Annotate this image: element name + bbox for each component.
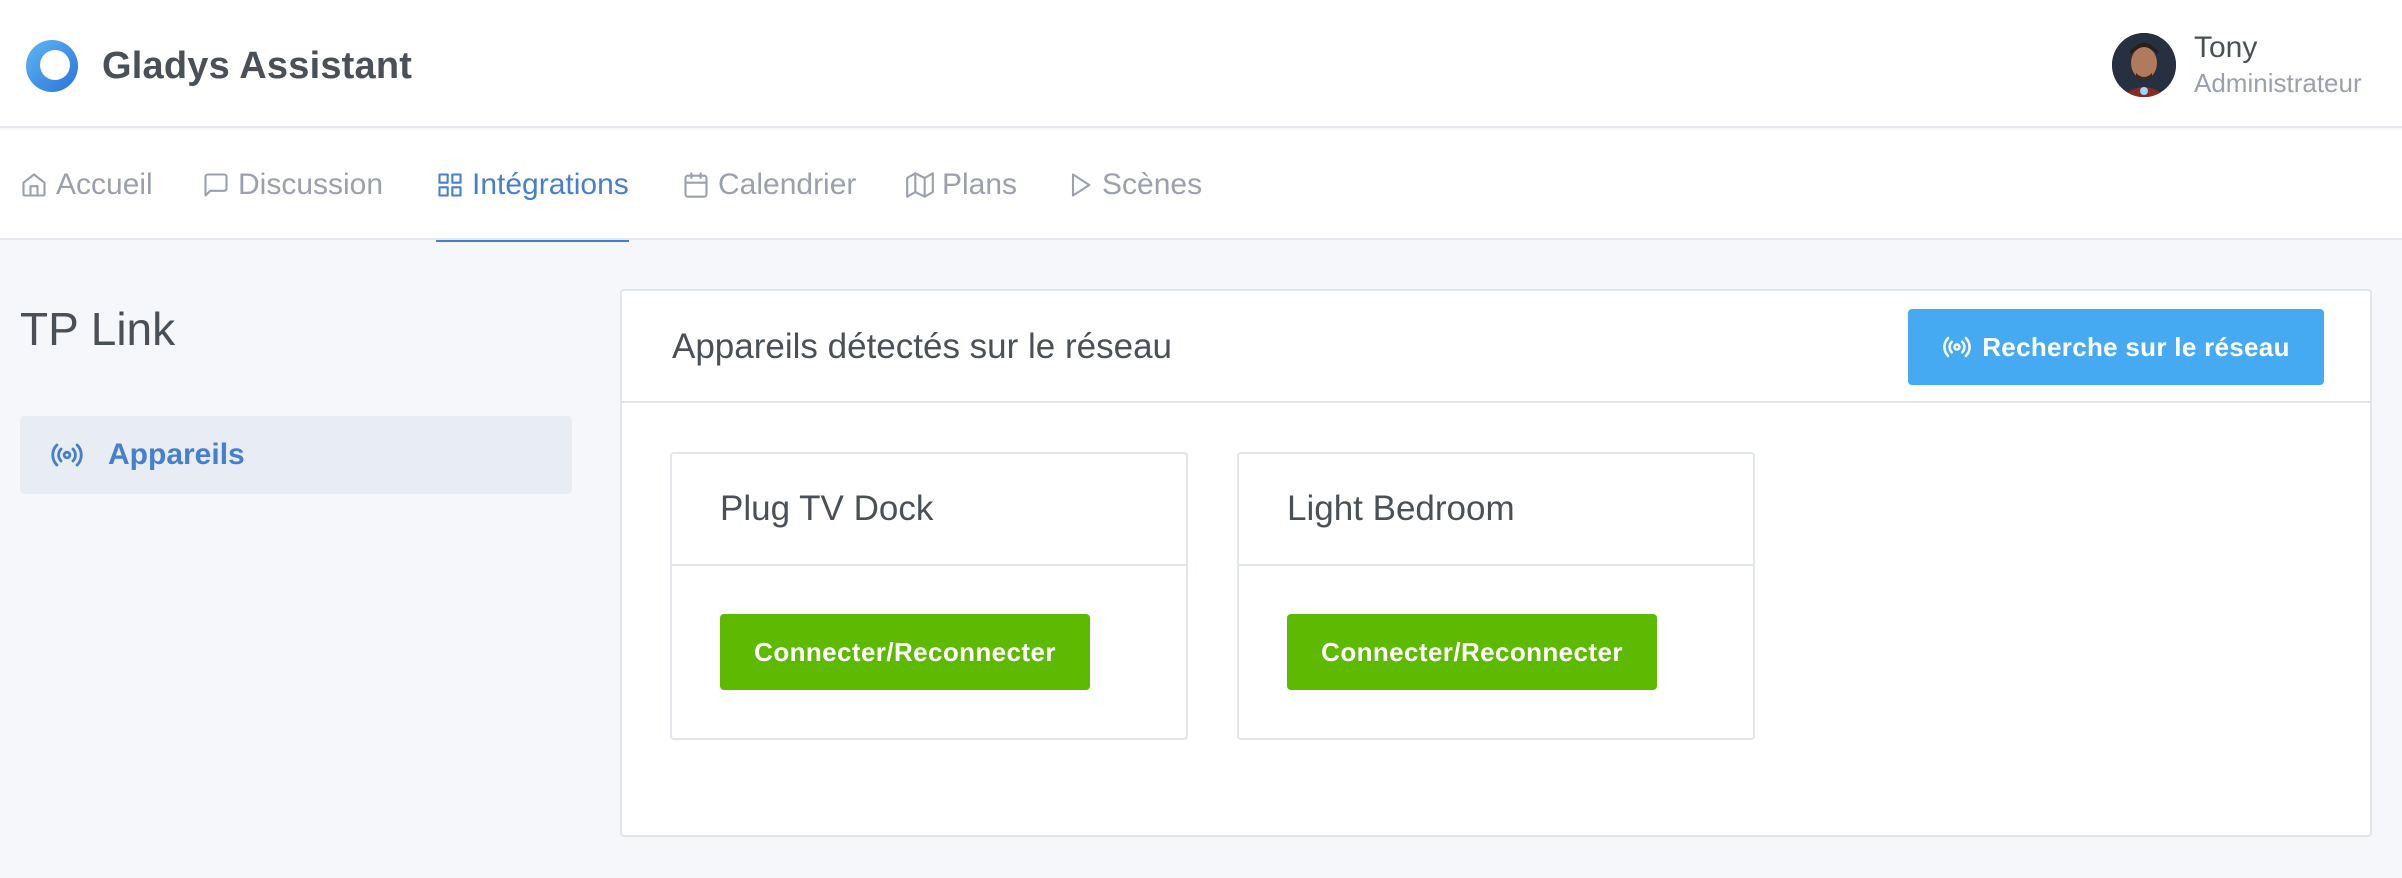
user-name: Tony xyxy=(2194,31,2258,64)
nav-item-calendrier[interactable]: Calendrier xyxy=(682,130,856,240)
user-role: Administrateur xyxy=(2194,68,2362,98)
nav-label: Scènes xyxy=(1102,168,1203,201)
radio-icon xyxy=(1943,336,1971,358)
app-header: Gladys Assistant Tony Administrateur xyxy=(0,0,2402,128)
avatar-image xyxy=(2112,33,2176,97)
sidebar-item-appareils[interactable]: Appareils xyxy=(20,416,572,494)
message-square-icon xyxy=(204,173,228,197)
device-name: Plug TV Dock xyxy=(672,454,1186,566)
avatar[interactable] xyxy=(2112,33,2176,97)
brand-link[interactable]: Gladys Assistant xyxy=(24,38,412,94)
nav-label: Intégrations xyxy=(472,168,629,201)
nav-item-discussion[interactable]: Discussion xyxy=(202,130,383,240)
home-icon xyxy=(22,173,46,197)
nav-label: Calendrier xyxy=(718,168,857,201)
nav-label: Plans xyxy=(942,168,1018,201)
nav-item-scenes[interactable]: Scènes xyxy=(1066,130,1202,240)
nav-item-accueil[interactable]: Accueil xyxy=(20,130,153,240)
nav-label: Accueil xyxy=(56,168,153,201)
play-icon xyxy=(1071,173,1091,197)
nav-item-integrations[interactable]: Intégrations xyxy=(436,130,629,242)
sidebar-item-label: Appareils xyxy=(108,438,245,471)
page-title: TP Link xyxy=(20,303,176,355)
card-header: Appareils détectés sur le réseau Recherc… xyxy=(622,291,2370,403)
device-card: Plug TV Dock Connecter/Reconnecter xyxy=(670,452,1188,740)
grid-icon xyxy=(438,173,462,197)
nav-item-plans[interactable]: Plans xyxy=(906,130,1017,240)
card-title: Appareils détectés sur le réseau xyxy=(672,327,1172,366)
devices-card: Appareils détectés sur le réseau Recherc… xyxy=(620,289,2372,837)
device-name: Light Bedroom xyxy=(1239,454,1753,566)
radio-icon xyxy=(51,443,83,467)
scan-network-button[interactable]: Recherche sur le réseau xyxy=(1908,309,2324,385)
calendar-icon xyxy=(684,172,708,198)
connect-button[interactable]: Connecter/Reconnecter xyxy=(720,614,1090,690)
map-icon xyxy=(906,172,934,198)
nav-label: Discussion xyxy=(238,168,384,201)
app-name: Gladys Assistant xyxy=(102,44,413,87)
connect-button[interactable]: Connecter/Reconnecter xyxy=(1287,614,1657,690)
main-nav: Accueil Discussion Intégrations Calendri… xyxy=(0,130,2402,242)
device-card: Light Bedroom Connecter/Reconnecter xyxy=(1237,452,1755,740)
gladys-logo-icon xyxy=(26,40,78,92)
scan-button-label: Recherche sur le réseau xyxy=(1982,331,2290,362)
user-menu[interactable]: Tony Administrateur xyxy=(2112,30,2362,100)
